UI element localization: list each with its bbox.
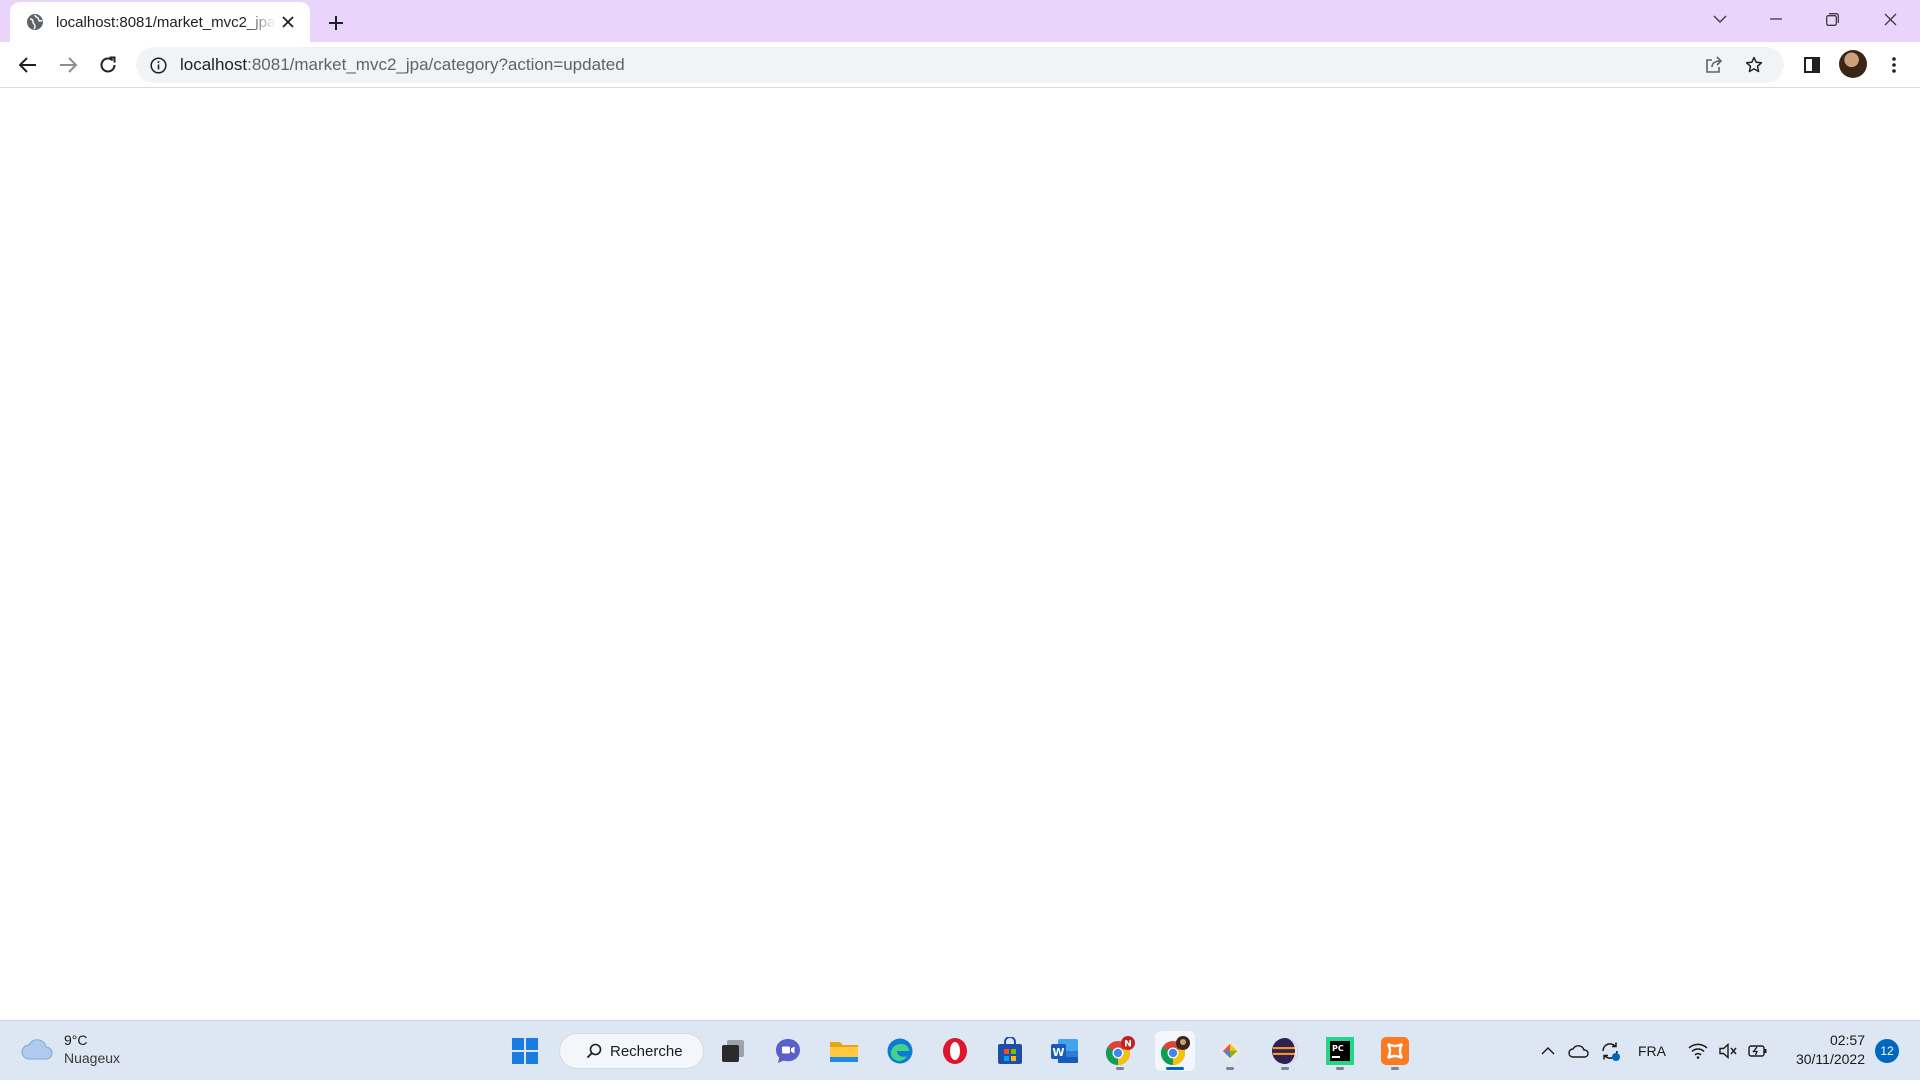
profile-avatar[interactable] — [1839, 50, 1867, 78]
sync-icon[interactable] — [1597, 1031, 1623, 1071]
close-icon[interactable] — [276, 10, 300, 34]
running-indicator — [1116, 1067, 1124, 1070]
weather-widget[interactable]: 9°C Nuageux — [20, 1031, 120, 1067]
language-label: FRA — [1638, 1043, 1666, 1059]
file-explorer-icon[interactable] — [824, 1031, 864, 1071]
sourcetree-icon[interactable] — [1210, 1031, 1250, 1071]
active-indicator — [1166, 1067, 1184, 1070]
chevron-down-icon[interactable] — [1692, 0, 1748, 38]
xampp-icon[interactable] — [1375, 1031, 1415, 1071]
svg-text:N: N — [1124, 1040, 1132, 1050]
word-icon[interactable]: W — [1045, 1031, 1085, 1071]
chrome-icon[interactable] — [1155, 1031, 1195, 1071]
windows-start-icon[interactable] — [505, 1031, 545, 1071]
clock-date: 30/11/2022 — [1795, 1051, 1865, 1067]
task-view-icon[interactable] — [713, 1031, 753, 1071]
url-text[interactable]: localhost:8081/market_mvc2_jpa/category?… — [180, 55, 1690, 75]
star-icon[interactable] — [1738, 49, 1770, 81]
close-window-icon[interactable] — [1862, 0, 1918, 38]
forward-arrow-icon[interactable] — [52, 49, 84, 81]
edge-browser-icon[interactable] — [880, 1031, 920, 1071]
svg-text:PC: PC — [1332, 1044, 1344, 1053]
notification-badge[interactable]: 12 — [1875, 1039, 1899, 1063]
tab-strip: localhost:8081/market_mvc2_jpa/category?… — [0, 0, 1920, 42]
search-label: Recherche — [610, 1042, 683, 1060]
kebab-menu-icon[interactable] — [1878, 49, 1910, 81]
pycharm-icon[interactable]: PC — [1320, 1031, 1360, 1071]
search-icon — [586, 1043, 602, 1059]
reload-icon[interactable] — [92, 49, 124, 81]
running-indicator — [1336, 1067, 1344, 1070]
restore-icon[interactable] — [1804, 0, 1860, 38]
battery-charging-icon[interactable] — [1746, 1031, 1770, 1071]
taskbar-search[interactable]: Recherche — [559, 1033, 704, 1069]
eclipse-icon[interactable] — [1265, 1031, 1305, 1071]
back-arrow-icon[interactable] — [12, 49, 44, 81]
minimize-icon[interactable] — [1748, 0, 1804, 38]
url-host: localhost — [180, 55, 248, 74]
running-indicator — [1391, 1067, 1399, 1070]
plus-icon[interactable] — [322, 9, 350, 37]
teams-chat-icon[interactable] — [768, 1031, 808, 1071]
taskbar: 9°C Nuageux Recherche W N PC FRA 02:57 3… — [0, 1020, 1920, 1080]
onedrive-icon[interactable] — [1566, 1031, 1592, 1071]
tab-title: localhost:8081/market_mvc2_jpa/category?… — [56, 13, 276, 31]
page-content — [0, 89, 1920, 1019]
cloud-icon — [20, 1037, 54, 1061]
weather-condition: Nuageux — [64, 1050, 121, 1066]
url-path: :8081/market_mvc2_jpa/category?action=up… — [247, 55, 625, 74]
info-icon[interactable] — [148, 55, 168, 75]
language-indicator[interactable]: FRA — [1634, 1031, 1670, 1071]
clock-time: 02:57 — [1829, 1032, 1865, 1048]
browser-tab[interactable]: localhost:8081/market_mvc2_jpa/category?… — [10, 2, 310, 42]
system-clock[interactable]: 02:57 30/11/2022 — [1780, 1031, 1865, 1069]
chrome-profile-icon[interactable]: N — [1100, 1031, 1140, 1071]
svg-text:W: W — [1052, 1046, 1064, 1059]
running-indicator — [1281, 1067, 1289, 1070]
volume-muted-icon[interactable] — [1716, 1031, 1740, 1071]
weather-temperature: 9°C — [64, 1032, 88, 1048]
browser-toolbar: localhost:8081/market_mvc2_jpa/category?… — [0, 42, 1920, 88]
chevron-up-icon[interactable] — [1536, 1031, 1560, 1071]
running-indicator — [1226, 1067, 1234, 1070]
share-icon[interactable] — [1698, 49, 1730, 81]
globe-icon — [26, 13, 44, 31]
address-bar[interactable]: localhost:8081/market_mvc2_jpa/category?… — [136, 47, 1784, 83]
side-panel-icon[interactable] — [1796, 49, 1828, 81]
microsoft-store-icon[interactable] — [990, 1031, 1030, 1071]
wifi-icon[interactable] — [1686, 1031, 1710, 1071]
opera-browser-icon[interactable] — [935, 1031, 975, 1071]
